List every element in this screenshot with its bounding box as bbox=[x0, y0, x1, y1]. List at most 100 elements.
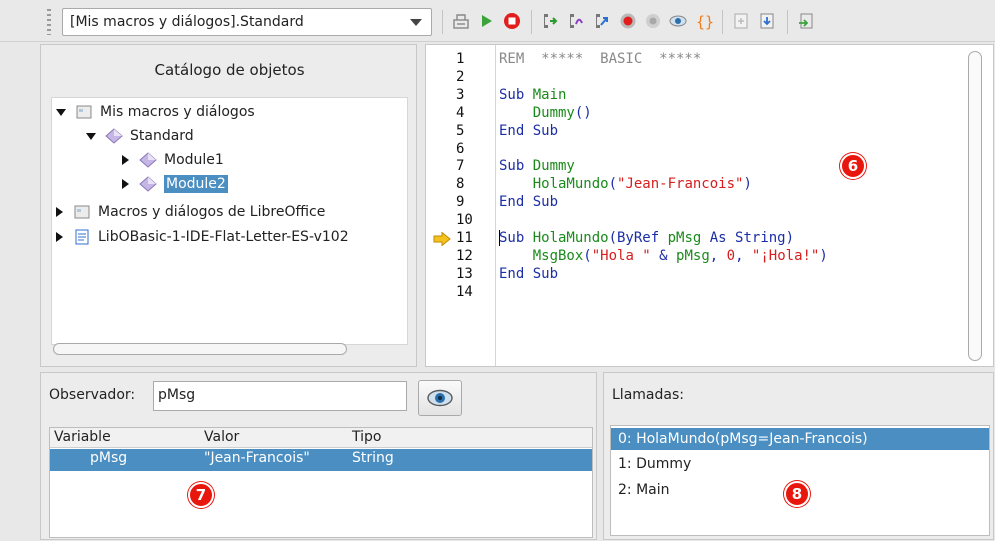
tree-item-label-selected: Module2 bbox=[164, 175, 228, 193]
line-number[interactable]: 2 bbox=[456, 69, 492, 86]
compile-icon[interactable] bbox=[449, 9, 473, 33]
object-catalog-panel: Catálogo de objetos Mis macros y diálogo… bbox=[40, 44, 417, 367]
code-token: 0 bbox=[726, 247, 736, 264]
expand-triangle-icon[interactable] bbox=[56, 108, 66, 116]
vertical-scrollbar[interactable] bbox=[968, 51, 982, 361]
code-token: "Hola " bbox=[591, 247, 651, 264]
line-number[interactable]: 13 bbox=[456, 266, 492, 283]
code-token: "¡Hola!" bbox=[751, 247, 820, 264]
code-token: Main bbox=[532, 86, 567, 103]
line-number[interactable]: 9 bbox=[456, 194, 492, 211]
watch-input[interactable]: pMsg bbox=[153, 381, 407, 411]
code-token: Sub bbox=[499, 230, 533, 246]
code-token: () bbox=[574, 104, 592, 121]
collapse-triangle-icon[interactable] bbox=[56, 207, 63, 217]
code-editor[interactable]: 1 REM ***** BASIC ***** 2 3 Sub Main 4 Dummy(… bbox=[425, 44, 994, 367]
tree-item-label: LibOBasic-1-IDE-Flat-Letter-ES-v102 bbox=[98, 229, 349, 245]
cell-value: "Jean-Francois" bbox=[204, 450, 310, 466]
code-line[interactable]: HolaMundo("Jean-Francois") bbox=[499, 176, 752, 193]
tree-item-module1[interactable]: Module1 bbox=[122, 148, 224, 172]
tree-item-label: Standard bbox=[130, 128, 194, 144]
list-item[interactable]: 0: HolaMundo(pMsg=Jean-Francois) bbox=[611, 428, 989, 450]
brackets-icon[interactable]: {} bbox=[691, 9, 715, 33]
code-line[interactable]: Sub Main bbox=[499, 87, 566, 104]
line-number[interactable]: 8 bbox=[456, 176, 492, 193]
code-line[interactable]: REM ***** BASIC ***** bbox=[499, 51, 701, 68]
code-line[interactable]: End Sub bbox=[499, 123, 558, 140]
library-selector[interactable]: [Mis macros y diálogos].Standard bbox=[62, 8, 432, 36]
column-header-type[interactable]: Tipo bbox=[352, 429, 381, 445]
line-number[interactable]: 1 bbox=[456, 51, 492, 68]
expand-triangle-icon[interactable] bbox=[86, 132, 96, 140]
stop-icon[interactable] bbox=[500, 9, 524, 33]
code-line[interactable]: Sub Dummy bbox=[499, 158, 575, 175]
svg-text:{}: {} bbox=[696, 13, 713, 31]
code-line[interactable]: End Sub bbox=[499, 266, 558, 283]
tree-item-libreoffice-macros[interactable]: Macros y diálogos de LibreOffice bbox=[56, 200, 325, 224]
code-token: ( bbox=[608, 176, 618, 193]
insert-source-icon[interactable] bbox=[729, 9, 753, 33]
cell-variable: pMsg bbox=[90, 450, 128, 466]
import-dialog-icon[interactable] bbox=[794, 9, 818, 33]
step-into-icon[interactable] bbox=[538, 9, 562, 33]
library-selector-value: [Mis macros y diálogos].Standard bbox=[70, 14, 304, 30]
column-header-value[interactable]: Valor bbox=[204, 429, 239, 445]
tree-item-my-macros[interactable]: Mis macros y diálogos bbox=[56, 100, 255, 124]
line-number[interactable]: 14 bbox=[456, 284, 492, 301]
tree-item-label: Module1 bbox=[164, 152, 224, 168]
line-number[interactable]: 12 bbox=[456, 248, 492, 265]
add-watch-button[interactable] bbox=[418, 380, 462, 416]
macro-toolbar: [Mis macros y diálogos].Standard {} bbox=[0, 0, 995, 42]
code-token: MsgBox bbox=[532, 247, 584, 264]
line-number[interactable]: 5 bbox=[456, 123, 492, 140]
toolbar-separator bbox=[531, 10, 532, 34]
step-out-icon[interactable] bbox=[590, 9, 614, 33]
library-icon bbox=[75, 103, 93, 121]
step-over-icon[interactable] bbox=[564, 9, 588, 33]
code-token: & bbox=[650, 247, 677, 264]
code-line[interactable]: Sub HolaMundo(ByRef pMsg As String) bbox=[499, 230, 794, 247]
tree-item-label: Mis macros y diálogos bbox=[100, 104, 255, 120]
table-row[interactable]: pMsg "Jean-Francois" String bbox=[50, 449, 592, 471]
list-item[interactable]: 1: Dummy bbox=[611, 453, 989, 475]
tree-item-standard[interactable]: Standard bbox=[86, 124, 194, 148]
code-token: REM ***** BASIC ***** bbox=[499, 51, 702, 67]
tree-item-document[interactable]: LibOBasic-1-IDE-Flat-Letter-ES-v102 bbox=[56, 225, 349, 249]
chevron-down-icon[interactable] bbox=[410, 19, 422, 26]
code-line[interactable]: MsgBox("Hola " & pMsg, 0, "¡Hola!") bbox=[499, 248, 828, 265]
code-token: , bbox=[709, 247, 727, 264]
line-number[interactable]: 10 bbox=[456, 212, 492, 229]
collapse-triangle-icon[interactable] bbox=[122, 155, 129, 165]
toolbar-grip[interactable] bbox=[47, 9, 51, 35]
current-line-arrow-icon bbox=[433, 231, 451, 247]
manage-breakpoints-icon[interactable] bbox=[641, 9, 665, 33]
object-tree[interactable]: Mis macros y diálogos Standard Module1 M… bbox=[51, 97, 408, 345]
code-line[interactable]: Dummy() bbox=[499, 105, 592, 122]
tree-item-module2[interactable]: Module2 bbox=[122, 172, 228, 196]
line-number[interactable]: 4 bbox=[456, 105, 492, 122]
code-token: Dummy bbox=[532, 158, 575, 175]
code-line[interactable]: End Sub bbox=[499, 194, 558, 211]
breakpoint-icon[interactable] bbox=[616, 9, 640, 33]
watch-panel: Observador: pMsg Variable Valor Tipo pMs… bbox=[40, 372, 597, 540]
column-header-variable[interactable]: Variable bbox=[54, 429, 111, 445]
save-source-icon[interactable] bbox=[755, 9, 779, 33]
watch-icon[interactable] bbox=[666, 9, 690, 33]
line-number[interactable]: 3 bbox=[456, 87, 492, 104]
collapse-triangle-icon[interactable] bbox=[122, 179, 129, 189]
code-token: HolaMundo bbox=[532, 176, 609, 193]
code-token: End Sub bbox=[499, 265, 559, 282]
code-token: "Jean-Francois" bbox=[617, 176, 744, 193]
watch-label: Observador: bbox=[49, 387, 136, 403]
collapse-triangle-icon[interactable] bbox=[56, 232, 63, 242]
watch-table[interactable]: Variable Valor Tipo pMsg "Jean-Francois"… bbox=[49, 427, 593, 538]
horizontal-scrollbar[interactable] bbox=[53, 343, 347, 355]
line-number[interactable]: 11 bbox=[456, 230, 492, 247]
line-number[interactable]: 6 bbox=[456, 141, 492, 158]
line-number[interactable]: 7 bbox=[456, 158, 492, 175]
code-token: pMsg bbox=[667, 230, 702, 246]
run-icon[interactable] bbox=[474, 9, 498, 33]
